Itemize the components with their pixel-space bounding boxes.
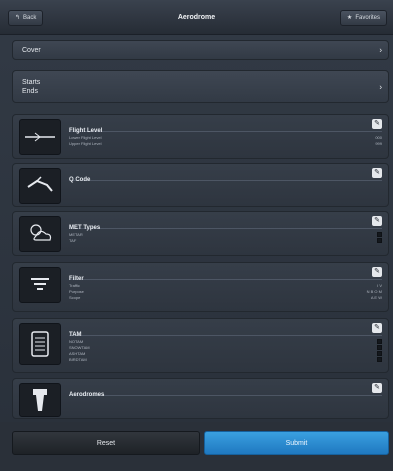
list-item[interactable]: Upper Flight Level 999 (69, 141, 382, 147)
divider (69, 335, 382, 336)
list-item[interactable]: BIRDTAM (69, 357, 382, 363)
cover-label: Cover (22, 46, 41, 54)
section-title: TAM (69, 332, 82, 338)
weather-icon (19, 216, 61, 252)
page-title: Aerodrome (177, 13, 216, 21)
edit-icon[interactable]: ✎ (372, 119, 382, 129)
q-code-section: Q Code ✎ (12, 163, 389, 207)
checkbox[interactable] (377, 232, 382, 237)
time-range-row[interactable]: Starts Ends › (12, 70, 389, 103)
aircraft-icon (19, 168, 61, 204)
submit-button[interactable]: Submit (204, 431, 389, 455)
back-button[interactable]: ↰ Back (8, 10, 44, 26)
back-label: Back (23, 15, 37, 21)
item-label: BIRDTAM (69, 357, 87, 362)
item-label: Purpose (69, 289, 84, 294)
item-label: Scope (69, 295, 81, 300)
checkbox[interactable] (377, 339, 382, 344)
notebook-icon (19, 323, 61, 365)
divider (69, 228, 382, 229)
ends-label: Ends (22, 87, 38, 95)
airplane-icon (19, 119, 61, 155)
favorites-label: Favorites (355, 15, 380, 21)
app-window: ↰ Back Aerodrome ★ Favorites Cover › Sta… (0, 0, 393, 471)
cover-row[interactable]: Cover › (12, 40, 389, 60)
list-item[interactable]: TAF (69, 238, 382, 244)
reset-button[interactable]: Reset (12, 431, 200, 455)
favorites-button[interactable]: ★ Favorites (339, 10, 387, 26)
item-label: METAR (69, 232, 83, 237)
item-value: A E W (370, 295, 382, 300)
chevron-right-icon: › (379, 82, 382, 91)
met-types-section: MET Types ✎ METAR TAF (12, 211, 389, 256)
filter-icon (19, 267, 61, 303)
star-icon: ★ (346, 15, 353, 21)
checkbox[interactable] (377, 351, 382, 356)
flight-level-section: Flight Level ✎ Lower Flight Level 000 Upp… (12, 114, 389, 159)
divider (69, 131, 382, 132)
tam-section: TAM ✎ NOTAM SNOWTAM ASHTAM BIRDTAM (12, 318, 389, 373)
section-title: MET Types (69, 225, 101, 231)
item-label: Traffic (69, 283, 80, 288)
item-label: ASHTAM (69, 351, 86, 356)
bottom-bar: Reset Submit (0, 422, 393, 471)
section-title: Flight Level (69, 128, 103, 134)
aerodromes-section: Aerodromes ✎ (12, 378, 389, 419)
edit-icon[interactable]: ✎ (372, 216, 382, 226)
divider (69, 395, 382, 396)
edit-icon[interactable]: ✎ (372, 168, 382, 178)
item-label: Upper Flight Level (69, 141, 102, 146)
item-value: 999 (375, 141, 382, 146)
item-label: Lower Flight Level (69, 135, 102, 140)
edit-icon[interactable]: ✎ (372, 383, 382, 393)
checkbox[interactable] (377, 345, 382, 350)
control-tower-icon (19, 383, 61, 417)
divider (69, 279, 382, 280)
starts-label: Starts (22, 78, 41, 86)
filter-section: Filter ✎ Traffic I V Purpose N B O M Scope… (12, 262, 389, 312)
checkbox[interactable] (377, 238, 382, 243)
back-arrow-icon: ↰ (15, 15, 21, 21)
item-label: TAF (69, 238, 77, 243)
section-title: Aerodromes (69, 392, 105, 398)
navigation-bar: ↰ Back Aerodrome ★ Favorites (0, 0, 393, 35)
section-title: Filter (69, 276, 84, 282)
section-title: Q Code (69, 177, 91, 183)
list-item[interactable]: Scope A E W (69, 295, 382, 301)
chevron-right-icon: › (379, 45, 382, 55)
checkbox[interactable] (377, 357, 382, 362)
edit-icon[interactable]: ✎ (372, 323, 382, 333)
edit-icon[interactable]: ✎ (372, 267, 382, 277)
item-label: NOTAM (69, 339, 84, 344)
divider (69, 180, 382, 181)
item-label: SNOWTAM (69, 345, 90, 350)
